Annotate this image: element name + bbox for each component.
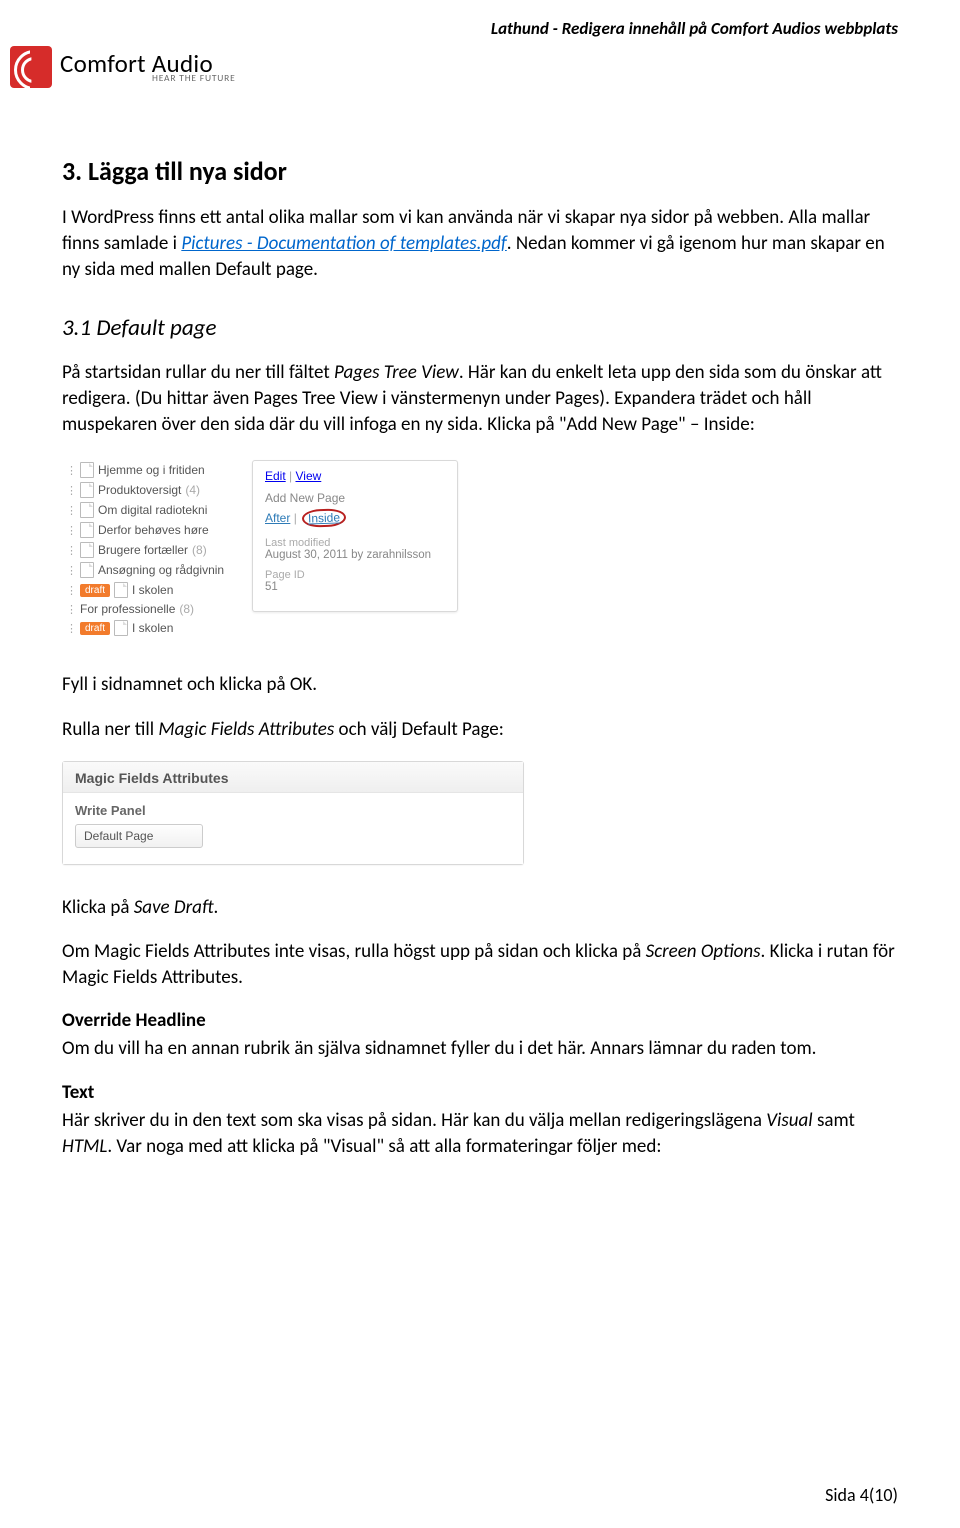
page-id-label: Page ID (265, 569, 445, 581)
screenshot-tree-popover: ⋮Hjemme og i fritiden⋮Produktoversigt (4… (62, 456, 898, 642)
page-icon (80, 502, 94, 518)
write-panel-select[interactable]: Default Page (75, 824, 203, 848)
edit-link[interactable]: Edit (265, 469, 286, 483)
tree-item[interactable]: ⋮draftI skolen (62, 618, 252, 638)
override-headline-heading: Override Headline (62, 1009, 898, 1032)
draft-badge: draft (80, 622, 110, 635)
page-id-value: 51 (265, 581, 445, 593)
add-after-link[interactable]: After (265, 511, 290, 525)
screenshot-magic-fields: Magic Fields Attributes Write Panel Defa… (62, 761, 524, 865)
pages-tree: ⋮Hjemme og i fritiden⋮Produktoversigt (4… (62, 456, 252, 642)
running-header: Lathund - Redigera innehåll på Comfort A… (491, 18, 898, 39)
note-screen-options: Om Magic Fields Attributes inte visas, r… (62, 939, 898, 991)
tree-item-label: Produktoversigt (98, 483, 181, 497)
page-icon (114, 582, 128, 598)
tree-item-label: I skolen (132, 621, 173, 635)
brand-logo: Comfort Audio HEAR THE FUTURE (10, 46, 236, 88)
section-heading: 3. Lägga till nya sidor (62, 155, 898, 187)
tree-item-count: (4) (185, 483, 200, 497)
intro-paragraph: I WordPress finns ett antal olika mallar… (62, 205, 898, 284)
page-icon (80, 542, 94, 558)
text-body: Här skriver du in den text som ska visas… (62, 1108, 898, 1160)
tree-item-label: For professionelle (80, 602, 175, 616)
last-modified-label: Last modified (265, 537, 445, 549)
tree-item-label: Derfor behøves høre (98, 523, 209, 537)
instruction-paragraph: På startsidan rullar du ner till fältet … (62, 360, 898, 439)
view-link[interactable]: View (295, 469, 321, 483)
page-footer: Sida 4(10) (825, 1484, 898, 1506)
step-save-draft: Klicka på Save Draft. (62, 895, 898, 921)
tree-item[interactable]: ⋮Derfor behøves høre (62, 520, 252, 540)
tree-item-count: (8) (179, 602, 194, 616)
last-modified-value: August 30, 2011 by zarahnilsson (265, 549, 445, 561)
tree-item[interactable]: ⋮Hjemme og i fritiden (62, 460, 252, 480)
tree-item-label: Om digital radiotekni (98, 503, 207, 517)
step-scroll-magic: Rulla ner till Magic Fields Attributes o… (62, 717, 898, 743)
page-icon (80, 562, 94, 578)
text-heading: Text (62, 1081, 898, 1104)
add-new-page-label: Add New Page (265, 491, 445, 505)
tree-item[interactable]: ⋮Om digital radiotekni (62, 500, 252, 520)
page-icon (80, 462, 94, 478)
tree-item[interactable]: ⋮Produktoversigt (4) (62, 480, 252, 500)
tree-item-label: I skolen (132, 583, 173, 597)
override-headline-body: Om du vill ha en annan rubrik än själva … (62, 1036, 898, 1062)
step-fill-name: Fyll i sidnamnet och klicka på OK. (62, 672, 898, 698)
tree-item-label: Ansøgning og rådgivnin (98, 563, 224, 577)
tree-item-label: Brugere fortæller (98, 543, 188, 557)
page-icon (80, 522, 94, 538)
draft-badge: draft (80, 584, 110, 597)
page-icon (114, 620, 128, 636)
logo-tagline: HEAR THE FUTURE (152, 74, 236, 84)
add-page-popover: Edit | View Add New Page After | Inside … (252, 460, 458, 612)
tree-item-count: (8) (192, 543, 207, 557)
templates-link[interactable]: Pictures - Documentation of templates.pd… (181, 232, 506, 255)
magic-fields-title: Magic Fields Attributes (63, 762, 523, 793)
write-panel-label: Write Panel (63, 793, 523, 824)
subsection-heading: 3.1 Default page (62, 314, 898, 342)
tree-item[interactable]: ⋮Ansøgning og rådgivnin (62, 560, 252, 580)
tree-item[interactable]: ⋮For professionelle (8) (62, 600, 252, 618)
logo-mark-icon (10, 46, 52, 88)
tree-item-label: Hjemme og i fritiden (98, 463, 205, 477)
page-icon (80, 482, 94, 498)
add-inside-link[interactable]: Inside (308, 511, 341, 526)
tree-item[interactable]: ⋮Brugere fortæller (8) (62, 540, 252, 560)
tree-item[interactable]: ⋮draftI skolen (62, 580, 252, 600)
